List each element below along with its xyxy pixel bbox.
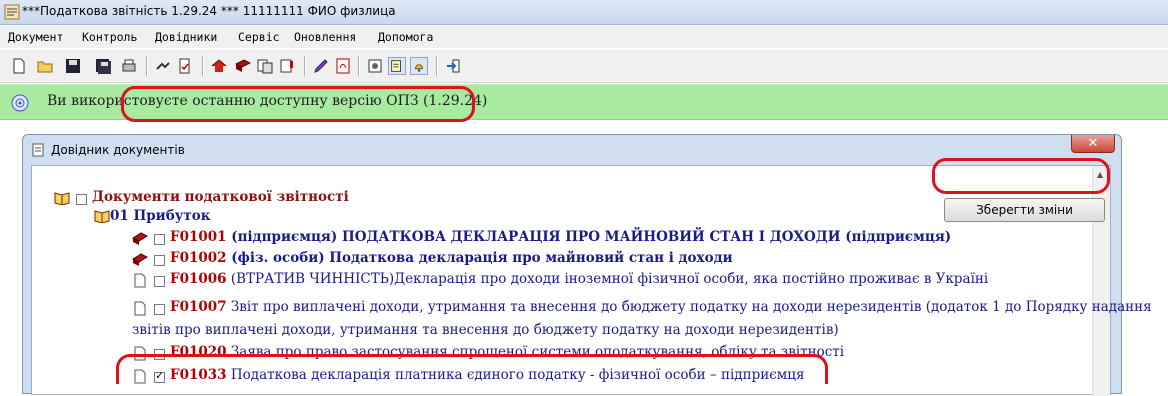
menu-document[interactable]: Документ bbox=[8, 30, 63, 44]
tree-root-label[interactable]: Документи податкової звітності bbox=[92, 189, 349, 205]
open-folder-icon[interactable] bbox=[36, 57, 54, 75]
bell-icon[interactable] bbox=[410, 57, 428, 75]
dialog-document-icon bbox=[32, 143, 44, 157]
edit-icon[interactable] bbox=[312, 57, 330, 75]
menu-bar: Документ Контроль Довідники Сервіс Оновл… bbox=[0, 26, 1168, 48]
highlight-oval-info bbox=[121, 86, 475, 122]
window-titlebar: ***Податкова звітність 1.29.24 *** 11111… bbox=[0, 0, 1168, 25]
book-icon bbox=[132, 253, 148, 266]
highlight-oval-save bbox=[932, 158, 1110, 194]
arrows-icon[interactable] bbox=[154, 57, 172, 75]
menu-updates[interactable]: Оновлення bbox=[294, 30, 356, 44]
open-book-icon bbox=[94, 210, 110, 223]
print-icon[interactable] bbox=[120, 57, 138, 75]
menu-service[interactable]: Сервіс bbox=[238, 30, 280, 44]
row-checkbox[interactable] bbox=[154, 255, 165, 266]
book-icon[interactable] bbox=[234, 57, 252, 75]
new-document-icon[interactable] bbox=[10, 57, 28, 75]
menu-control[interactable]: Контроль bbox=[82, 30, 137, 44]
toolbar bbox=[0, 50, 1168, 83]
notes-icon[interactable] bbox=[388, 57, 406, 75]
menu-help[interactable]: Допомога bbox=[378, 30, 433, 44]
tree-row[interactable]: F01002 (фіз. особи) Податкова декларація… bbox=[170, 250, 733, 266]
row-checkbox[interactable] bbox=[154, 234, 165, 245]
document-icon bbox=[134, 273, 146, 288]
document-check-icon[interactable] bbox=[176, 57, 194, 75]
row-checkbox[interactable] bbox=[154, 304, 165, 315]
copy-icon[interactable] bbox=[256, 57, 274, 75]
document-alert-icon[interactable] bbox=[278, 57, 296, 75]
dialog-close-button[interactable]: ✕ bbox=[1071, 135, 1115, 153]
window-title: ***Податкова звітність 1.29.24 *** 11111… bbox=[22, 4, 396, 18]
menu-references[interactable]: Довідники bbox=[155, 30, 217, 44]
highlight-oval-f01033 bbox=[116, 354, 828, 384]
tree-row[interactable]: F01006 (ВТРАТИВ ЧИННІСТЬ)Декларація про … bbox=[170, 271, 988, 287]
app-icon bbox=[4, 4, 20, 20]
exit-icon[interactable] bbox=[444, 57, 462, 75]
book-icon bbox=[132, 232, 148, 245]
info-icon bbox=[11, 94, 29, 112]
tree-row[interactable]: F01007 Звіт про виплачені доходи, утрима… bbox=[170, 299, 1152, 315]
tree-group-label[interactable]: 01 Прибуток bbox=[110, 208, 210, 224]
open-book-icon bbox=[54, 192, 70, 205]
tree-row-continuation: звітів про виплачені доходи, утримання т… bbox=[132, 322, 839, 338]
pdf-icon[interactable] bbox=[334, 57, 352, 75]
save-changes-button[interactable]: Зберегти зміни bbox=[944, 198, 1105, 222]
home-icon[interactable] bbox=[210, 57, 228, 75]
document-icon bbox=[134, 301, 146, 316]
row-checkbox[interactable] bbox=[154, 276, 165, 287]
root-checkbox[interactable] bbox=[76, 194, 87, 205]
settings-icon[interactable] bbox=[366, 57, 384, 75]
dialog-title: Довідник документів bbox=[51, 143, 185, 157]
save-all-icon[interactable] bbox=[94, 57, 112, 75]
tree-row[interactable]: F01001 (підприємця) ПОДАТКОВА ДЕКЛАРАЦІЯ… bbox=[170, 229, 951, 245]
save-icon[interactable] bbox=[64, 57, 82, 75]
